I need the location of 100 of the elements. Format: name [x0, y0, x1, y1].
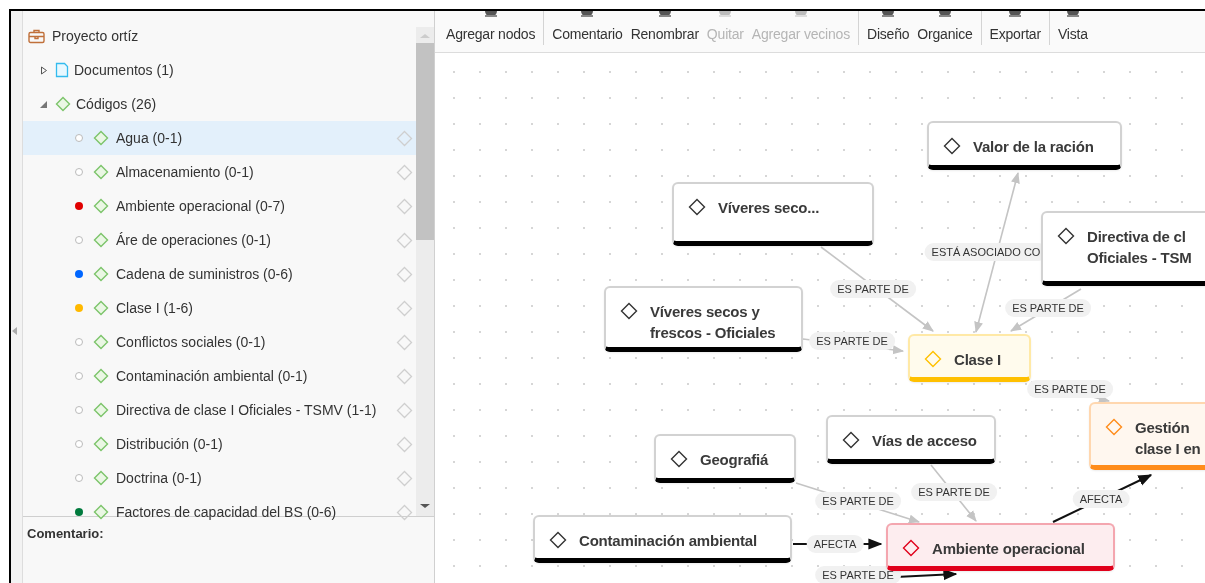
code-item[interactable]: Áre de operaciones (0-1) — [23, 223, 416, 257]
code-item[interactable]: Factores de capacidad del BS (0-6) — [23, 495, 416, 529]
diamond-icon[interactable] — [396, 163, 413, 181]
collapse-triangle-icon[interactable] — [40, 99, 48, 109]
code-item[interactable]: Distribución (0-1) — [23, 427, 416, 461]
code-label: Factores de capacidad del BS (0-6) — [116, 504, 338, 520]
code-node[interactable]: Ambiente operacional — [886, 523, 1115, 571]
diamond-icon[interactable] — [396, 503, 413, 521]
diamond-icon — [93, 164, 109, 180]
code-node[interactable]: Vías de acceso — [826, 415, 996, 464]
code-item[interactable]: Ambiente operacional (0-7) — [23, 189, 416, 223]
code-label: Conflictos sociales (0-1) — [116, 334, 267, 350]
expand-triangle-icon[interactable] — [40, 65, 48, 75]
node-label: Víveres seco... — [718, 198, 820, 218]
code-node[interactable]: Valor de la ración — [927, 121, 1122, 170]
code-label: Doctrina (0-1) — [116, 470, 203, 486]
project-name[interactable]: Proyecto ortíz — [52, 28, 139, 44]
empty-circle-icon — [75, 406, 83, 414]
code-node[interactable]: Víveres secos y frescos - Oficiales — [604, 286, 803, 352]
code-label: Áre de operaciones (0-1) — [116, 232, 272, 248]
diamond-icon — [1057, 227, 1075, 245]
diamond-icon — [924, 350, 942, 368]
diamond-icon — [93, 402, 109, 418]
diamond-icon[interactable] — [396, 129, 413, 147]
diamond-icon — [93, 232, 109, 248]
code-item[interactable]: Cadena de suministros (0-6) — [23, 257, 416, 291]
toolbar-button[interactable]: Comentario — [548, 11, 627, 48]
code-item[interactable]: Contaminación ambiental (0-1) — [23, 359, 416, 393]
code-node[interactable]: Gestión clase I en — [1089, 402, 1205, 470]
toolbar-button[interactable]: Renombrar — [626, 11, 703, 48]
node-label: Valor de la ración — [973, 137, 1094, 157]
empty-circle-icon — [75, 440, 83, 448]
diamond-icon[interactable] — [396, 333, 413, 351]
code-label: Clase I (1-6) — [116, 300, 195, 316]
code-label: Cadena de suministros (0-6) — [116, 266, 294, 282]
diamond-icon — [93, 266, 109, 282]
code-label: Agua (0-1) — [116, 130, 184, 146]
empty-circle-icon — [75, 474, 83, 482]
code-label: Almacenamiento (0-1) — [116, 164, 255, 180]
diamond-icon — [93, 470, 109, 486]
code-node[interactable]: Clase I — [908, 334, 1031, 382]
scrollbar[interactable] — [416, 27, 434, 516]
toolbar-button[interactable]: Diseño — [862, 11, 914, 48]
code-node[interactable]: Contaminación ambiental — [533, 515, 792, 563]
folder-label[interactable]: Códigos (26) — [76, 96, 157, 112]
node-label: Contaminación ambiental — [579, 531, 757, 551]
diamond-icon — [93, 504, 109, 520]
toolbar-button[interactable]: Organice — [913, 11, 977, 48]
diamond-icon[interactable] — [396, 299, 413, 317]
edge-label: ES PARTE DE — [1027, 380, 1113, 398]
diamond-icon — [902, 539, 920, 557]
code-label: Contaminación ambiental (0-1) — [116, 368, 309, 384]
code-item[interactable]: Doctrina (0-1) — [23, 461, 416, 495]
diamond-icon[interactable] — [396, 367, 413, 385]
toolbar-button[interactable]: Exportar — [985, 11, 1045, 48]
empty-circle-icon — [75, 236, 83, 244]
edge-label: ES PARTE DE — [911, 483, 997, 501]
diamond-icon[interactable] — [396, 401, 413, 419]
diamond-icon — [93, 130, 109, 146]
diamond-icon — [1105, 418, 1123, 436]
code-label: Directiva de clase I Oficiales - TSMV (1-1) — [116, 402, 378, 418]
code-item[interactable]: Conflictos sociales (0-1) — [23, 325, 416, 359]
diamond-icon — [688, 198, 706, 216]
edge-label: ES PARTE DE — [809, 332, 895, 350]
code-node[interactable]: Víveres seco... — [672, 182, 874, 246]
toolbar-button[interactable]: Vista — [1053, 11, 1092, 48]
diamond-icon[interactable] — [396, 197, 413, 215]
edge-label: ES PARTE DE — [830, 280, 916, 298]
diamond-icon[interactable] — [396, 435, 413, 453]
empty-circle-icon — [75, 338, 83, 346]
diamond-icon[interactable] — [396, 469, 413, 487]
node-label: Gestión clase I en — [1135, 418, 1201, 459]
diamond-icon — [670, 450, 688, 468]
code-item[interactable]: Clase I (1-6) — [23, 291, 416, 325]
diamond-icon[interactable] — [396, 231, 413, 249]
diamond-icon — [842, 431, 860, 449]
node-label: Vías de acceso — [872, 431, 977, 451]
edge-label: AFECTA — [806, 535, 864, 553]
comment-label: Comentario: — [27, 526, 104, 541]
diamond-icon — [549, 531, 567, 549]
diamond-icon — [93, 198, 109, 214]
edge-label: ES PARTE DE — [815, 492, 901, 510]
node-label: Víveres secos y frescos - Oficiales — [650, 302, 776, 343]
node-label: Clase I — [954, 350, 1001, 370]
diamond-icon — [620, 302, 638, 320]
code-item[interactable]: Agua (0-1) — [23, 121, 416, 155]
diamond-icon — [943, 137, 961, 155]
edge-label: ES PARTE DE — [1005, 299, 1091, 317]
collapse-arrow-icon[interactable] — [12, 327, 17, 335]
toolbar-button[interactable]: Agregar nodos — [442, 11, 540, 48]
code-node[interactable]: Geografiá — [654, 434, 796, 483]
edge-label: AFECTA — [1072, 490, 1130, 508]
empty-circle-icon — [75, 372, 83, 380]
empty-circle-icon — [75, 134, 83, 142]
code-item[interactable]: Almacenamiento (0-1) — [23, 155, 416, 189]
folder-label[interactable]: Documentos (1) — [74, 62, 174, 78]
code-item[interactable]: Directiva de clase I Oficiales - TSMV (1-1) — [23, 393, 416, 427]
code-node[interactable]: Directiva de cl Oficiales - TSM — [1041, 211, 1205, 286]
diamond-icon[interactable] — [396, 265, 413, 283]
diamond-icon — [93, 436, 109, 452]
